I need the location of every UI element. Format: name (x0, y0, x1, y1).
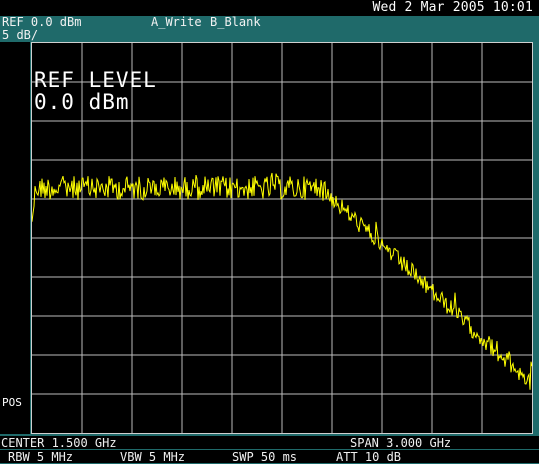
sweep-time-readout: SWP 50 ms (232, 450, 298, 464)
trace-display[interactable]: REF LEVEL 0.0 dBm (31, 42, 533, 434)
analyzer-window: Wed 2 Mar 2005 10:01 REF 0.0 dBm 5 dB/ A… (0, 0, 539, 463)
attenuation-readout: ATT 10 dB (336, 450, 402, 464)
pos-label: POS (2, 396, 22, 409)
scale-readout: 5 dB/ (2, 28, 39, 42)
status-bar: Wed 2 Mar 2005 10:01 (0, 0, 539, 16)
ref-level-value: 0.0 dBm (34, 90, 130, 114)
ref-level-readout: REF 0.0 dBm (2, 15, 82, 29)
trace-a-mode: A_Write (151, 15, 202, 29)
ref-level-overlay: REF LEVEL 0.0 dBm (34, 69, 157, 113)
span-frequency: SPAN 3.000 GHz (350, 436, 452, 450)
left-strip (0, 42, 30, 434)
center-frequency: CENTER 1.500 GHz (1, 436, 117, 450)
trace-b-mode: B_Blank (210, 15, 261, 29)
ref-level-title: REF LEVEL (34, 68, 157, 92)
vbw-readout: VBW 5 MHz (120, 450, 186, 464)
rbw-readout: RBW 5 MHz (8, 450, 74, 464)
datetime: Wed 2 Mar 2005 10:01 (372, 0, 533, 15)
